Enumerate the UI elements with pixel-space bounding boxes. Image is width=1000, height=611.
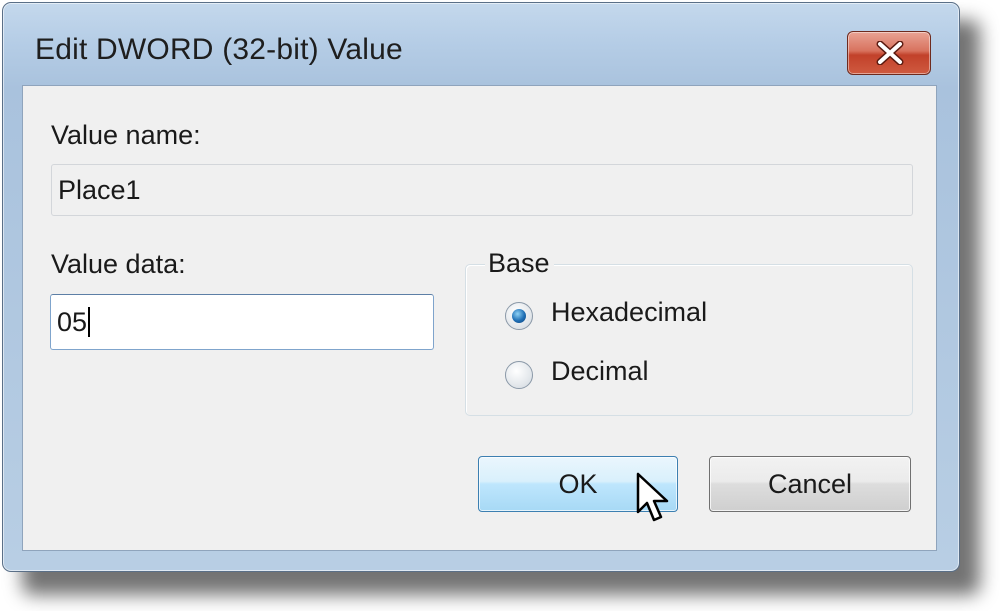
mouse-pointer-icon (636, 472, 669, 522)
text-caret (88, 307, 91, 337)
radio-decimal-label: Decimal (551, 356, 649, 386)
screenshot-stage: Edit DWORD (32-bit) Value Value name: Pl… (0, 0, 1000, 611)
close-icon (876, 41, 904, 65)
dialog-window: Edit DWORD (32-bit) Value Value name: Pl… (2, 2, 960, 572)
dialog-body: Value name: Place1 Value data: 05 Base H… (22, 85, 937, 551)
value-name-text: Place1 (58, 175, 141, 205)
base-groupbox (465, 264, 913, 416)
title-bar[interactable]: Edit DWORD (32-bit) Value (3, 3, 959, 83)
close-button[interactable] (847, 31, 931, 75)
value-data-text: 05 (57, 307, 88, 337)
value-name-field: Place1 (51, 164, 913, 216)
radio-hexadecimal-label: Hexadecimal (551, 297, 708, 327)
base-legend: Base (485, 248, 554, 279)
value-data-input[interactable]: 05 (50, 294, 434, 350)
value-name-label: Value name: (51, 120, 201, 150)
cancel-button[interactable]: Cancel (709, 456, 911, 512)
window-title: Edit DWORD (32-bit) Value (35, 33, 403, 66)
radio-button-unchecked-icon[interactable] (505, 361, 533, 389)
radio-button-checked-icon[interactable] (505, 302, 533, 330)
value-data-label: Value data: (51, 249, 186, 279)
